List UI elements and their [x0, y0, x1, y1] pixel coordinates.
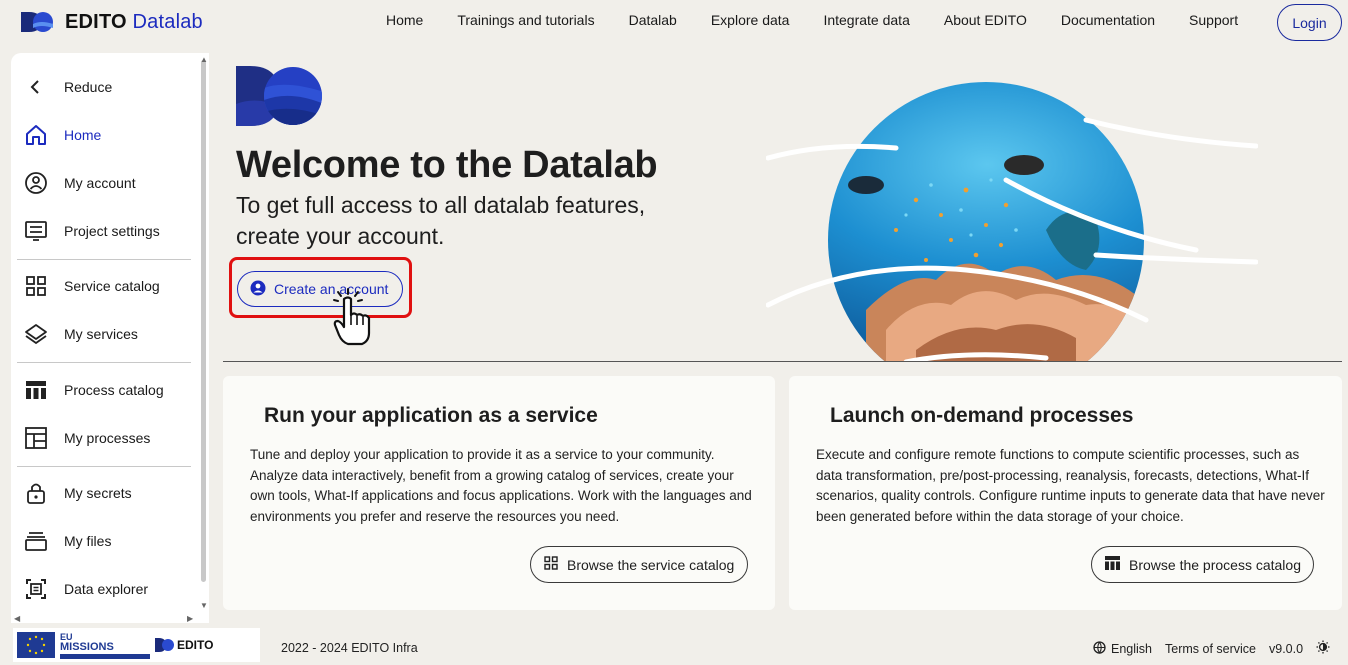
footer-partner-logos: EU MISSIONS EDITO [13, 628, 260, 662]
data-explorer-icon [23, 576, 49, 602]
nav-integrate-data[interactable]: Integrate data [823, 12, 909, 28]
sidebar: Reduce Home My account Project settings … [11, 53, 209, 623]
sidebar-item-label: My services [64, 326, 138, 342]
lock-icon [23, 480, 49, 506]
version-label: v9.0.0 [1269, 641, 1304, 656]
project-settings-icon [23, 218, 49, 244]
nav-trainings[interactable]: Trainings and tutorials [457, 12, 594, 28]
sidebar-item-reduce[interactable]: Reduce [23, 69, 112, 105]
sidebar-item-project-settings[interactable]: Project settings [23, 213, 160, 249]
edito-logo-icon [21, 12, 53, 32]
browse-process-catalog-button[interactable]: Browse the process catalog [1091, 546, 1314, 583]
layers-icon [23, 321, 49, 347]
grid-icon [23, 273, 49, 299]
chevron-left-icon [23, 74, 49, 100]
coral-reef-illustration [765, 80, 1259, 365]
sidebar-item-my-account[interactable]: My account [23, 165, 136, 201]
language-label: English [1111, 641, 1152, 656]
account-icon [23, 170, 49, 196]
hero-subtitle: To get full access to all datalab featur… [236, 192, 646, 249]
browse-process-catalog-label: Browse the process catalog [1129, 556, 1301, 573]
edito-footer-logo: EDITO [155, 637, 213, 653]
sidebar-item-label: My account [64, 175, 136, 191]
scroll-down-arrow[interactable]: ▼ [200, 601, 208, 610]
footer-copyright: 2022 - 2024 EDITO Infra [281, 641, 418, 655]
sidebar-item-label: Data explorer [64, 581, 149, 597]
create-account-button[interactable]: Create an account [237, 271, 403, 307]
sidebar-item-label: My files [64, 533, 112, 549]
top-header: EDITO Datalab Home Trainings and tutoria… [0, 0, 1348, 46]
sidebar-item-home[interactable]: Home [23, 117, 101, 153]
login-button[interactable]: Login [1277, 4, 1342, 41]
hero-divider [223, 361, 1342, 362]
eu-missions-logo: EU MISSIONS [60, 632, 150, 659]
nav-documentation[interactable]: Documentation [1061, 12, 1155, 28]
nav-support[interactable]: Support [1189, 12, 1238, 28]
nav-home[interactable]: Home [386, 12, 423, 28]
nav-datalab[interactable]: Datalab [629, 12, 677, 28]
grid-icon [544, 556, 558, 573]
top-nav: Home Trainings and tutorials Datalab Exp… [386, 12, 1272, 28]
brand-sub: Datalab [132, 10, 203, 33]
sidebar-divider [17, 466, 191, 467]
theme-icon [1316, 640, 1330, 657]
sidebar-scrollbar[interactable] [201, 60, 206, 582]
nav-explore-data[interactable]: Explore data [711, 12, 790, 28]
hand-pointer-cursor-icon [326, 287, 374, 352]
brand-logo[interactable]: EDITO Datalab [21, 10, 203, 34]
scroll-up-arrow[interactable]: ▲ [200, 55, 208, 64]
sidebar-divider [17, 362, 191, 363]
service-card-title: Run your application as a service [264, 404, 598, 427]
sidebar-item-label: Reduce [64, 79, 113, 95]
service-card: Run your application as a service Tune a… [223, 376, 775, 610]
scroll-right-arrow[interactable]: ▶ [187, 614, 193, 623]
nav-about[interactable]: About EDITO [944, 12, 1027, 28]
sidebar-item-my-services[interactable]: My services [23, 316, 138, 352]
sidebar-item-data-explorer[interactable]: Data explorer [23, 571, 148, 607]
sidebar-item-my-processes[interactable]: My processes [23, 420, 150, 456]
footer-links: English Terms of service v9.0.0 [1093, 640, 1330, 657]
home-icon [23, 122, 49, 148]
files-icon [23, 528, 49, 554]
theme-toggle[interactable] [1316, 640, 1330, 657]
datalab-hero-logo [236, 66, 324, 131]
sidebar-item-my-secrets[interactable]: My secrets [23, 475, 132, 511]
sidebar-divider [17, 259, 191, 260]
hero-title: Welcome to the Datalab [236, 144, 658, 186]
browse-service-catalog-label: Browse the service catalog [567, 556, 735, 573]
processes-icon [23, 425, 49, 451]
sidebar-item-process-catalog[interactable]: Process catalog [23, 372, 164, 408]
scroll-left-arrow[interactable]: ◀ [14, 614, 20, 623]
terms-of-service-link[interactable]: Terms of service [1165, 642, 1256, 656]
brand-name: EDITO [65, 10, 127, 33]
table-icon [23, 377, 49, 403]
sidebar-item-my-files[interactable]: My files [23, 523, 111, 559]
sidebar-item-label: Process catalog [64, 382, 164, 398]
sidebar-item-label: My processes [64, 430, 151, 446]
process-card-title: Launch on-demand processes [830, 404, 1134, 427]
service-card-description: Tune and deploy your application to prov… [250, 447, 752, 524]
account-circle-icon [250, 280, 266, 299]
process-card: Launch on-demand processes Execute and c… [789, 376, 1342, 610]
sidebar-item-service-catalog[interactable]: Service catalog [23, 268, 160, 304]
sidebar-item-label: Home [64, 127, 102, 143]
sidebar-item-label: Service catalog [64, 278, 160, 294]
globe-icon [1093, 640, 1106, 657]
process-card-description: Execute and configure remote functions t… [816, 447, 1325, 524]
sidebar-item-label: Project settings [64, 223, 160, 239]
sidebar-item-label: My secrets [64, 485, 132, 501]
table-icon [1105, 556, 1120, 573]
language-selector[interactable]: English [1093, 640, 1152, 657]
browse-service-catalog-button[interactable]: Browse the service catalog [530, 546, 748, 583]
eu-flag-icon [17, 632, 55, 658]
